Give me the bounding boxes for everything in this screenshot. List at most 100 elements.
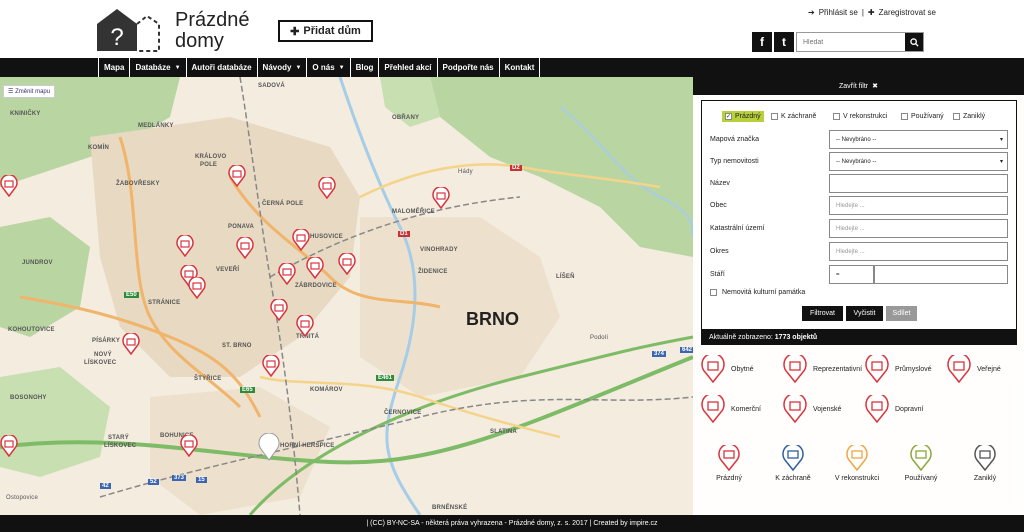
nav-item[interactable]: Databáze ▼ (129, 58, 185, 77)
commercial-icon (701, 395, 725, 423)
status-filter-checkbox[interactable]: Používaný (898, 111, 947, 122)
nav-item[interactable]: Kontakt (498, 58, 541, 77)
building-marker[interactable] (306, 257, 324, 279)
legend-state-label: K záchraně (775, 475, 811, 482)
legend-type-label: Veřejné (977, 365, 1001, 373)
nav-item-label: Blog (355, 63, 374, 72)
building-marker[interactable] (0, 175, 18, 197)
map-label: KNINIČKY (10, 111, 41, 117)
building-marker[interactable] (180, 435, 198, 457)
close-filter-label: Zavřít filtr (838, 82, 869, 90)
map-label: STARÝ (108, 435, 129, 441)
search-button[interactable] (905, 33, 923, 51)
legend-type-item: Dopravní (865, 395, 923, 423)
building-marker[interactable] (0, 435, 18, 457)
nav-item[interactable]: Podpořte nás (436, 58, 499, 77)
twitter-icon[interactable]: t (774, 32, 794, 52)
road-badge: E461 (376, 375, 395, 381)
nav-item[interactable]: Návody ▼ (256, 58, 307, 77)
road-badge: 15 (196, 477, 207, 483)
nav-item[interactable]: Přehled akcí (378, 58, 436, 77)
search-input[interactable] (797, 33, 905, 51)
register-link[interactable]: Zaregistrovat se (879, 8, 936, 17)
building-marker[interactable] (262, 355, 280, 377)
login-link[interactable]: Přihlásit se (819, 8, 858, 17)
building-marker[interactable] (278, 263, 296, 285)
map-marker-value: -- Nevybráno -- (836, 136, 877, 143)
clear-button[interactable]: Vyčistit (846, 306, 883, 321)
building-marker[interactable] (270, 299, 288, 321)
map-label: ČERNOVICE (384, 410, 422, 416)
facebook-icon[interactable]: f (752, 32, 772, 52)
road-badge: 42 (100, 483, 111, 489)
age-operator-select[interactable]: = (829, 265, 874, 284)
logo-line2: domy (175, 30, 224, 52)
logo-house-icon[interactable]: ? (95, 6, 161, 52)
status-filter-checkbox[interactable]: Zaniklý (950, 111, 988, 122)
logo-line1: Prázdné (175, 9, 250, 31)
close-filter-button[interactable]: Zavřít filtr ✖ (693, 77, 1024, 95)
legend-type-item: Veřejné (947, 355, 1001, 383)
change-map-button[interactable]: ☰ Změnit mapu (3, 85, 56, 98)
district-input[interactable]: Hledejte ... (829, 242, 1008, 261)
status-filter-checkbox[interactable]: K záchraně (768, 111, 819, 122)
map-label: VEVEŘÍ (216, 267, 240, 273)
age-input[interactable] (874, 265, 1008, 284)
auth-separator: | (861, 8, 864, 17)
building-type-select[interactable]: -- Nevybráno -- ▾ (829, 152, 1008, 171)
road-badge: E50 (124, 292, 139, 298)
building-marker[interactable] (432, 187, 450, 209)
building-marker[interactable] (236, 237, 254, 259)
building-marker[interactable] (296, 315, 314, 337)
map-label: ŠTÝŘICE (194, 376, 222, 382)
map-marker-select[interactable]: -- Nevybráno -- ▾ (829, 130, 1008, 149)
legend-state-label: Používaný (904, 475, 938, 482)
site-footer: | (CC) BY-NC-SA - některá práva vyhrazen… (0, 515, 1024, 532)
map-label: KOMÁROV (310, 387, 343, 393)
count-prefix: Aktuálně zobrazeno: (709, 333, 773, 341)
building-marker[interactable] (338, 253, 356, 275)
selected-location-marker[interactable] (258, 433, 280, 461)
add-house-button[interactable]: ✚ Přidat dům (278, 20, 373, 42)
nav-item-label: Kontakt (504, 63, 535, 72)
status-marker-icon (974, 445, 996, 471)
cadastral-label: Katastrální území (710, 225, 765, 232)
building-marker[interactable] (292, 229, 310, 251)
chevron-down-icon: ▾ (999, 137, 1003, 143)
result-count: Aktuálně zobrazeno: 1773 objektů (702, 329, 1016, 345)
logo-text[interactable]: Prázdné domy (175, 10, 250, 52)
caret-down-icon: ▼ (295, 64, 302, 71)
legend-type-item: Průmyslové (865, 355, 932, 383)
legend-type-label: Průmyslové (895, 365, 932, 373)
residential-icon (701, 355, 725, 383)
legend-state-item: Zaniklý (955, 445, 1015, 482)
name-input[interactable] (829, 174, 1008, 193)
nav-item[interactable]: Blog (349, 58, 379, 77)
status-filter-checkbox[interactable]: ✓ Prázdný (722, 111, 764, 122)
building-marker[interactable] (228, 165, 246, 187)
building-marker[interactable] (122, 333, 140, 355)
map-label: HORNÍ HERŠPICE (280, 443, 335, 449)
road-badge: 374 (652, 351, 667, 357)
building-marker[interactable] (188, 277, 206, 299)
map-marker-label: Mapová značka (710, 136, 760, 143)
status-marker-icon (910, 445, 932, 471)
cadastral-input[interactable]: Hledejte ... (829, 219, 1008, 238)
nav-item[interactable]: Autoři databáze (185, 58, 257, 77)
nav-item[interactable]: Mapa (98, 58, 129, 77)
map-label: VINOHRADY (420, 247, 458, 253)
building-marker[interactable] (318, 177, 336, 199)
share-button[interactable]: Sdílet (886, 306, 917, 321)
map-label: Podolí (590, 335, 609, 341)
nav-item[interactable]: O nás ▼ (306, 58, 349, 77)
status-filter-checkbox[interactable]: V rekonstrukci (830, 111, 890, 122)
status-filter-label: Zaniklý (963, 113, 986, 120)
legend-type-label: Reprezentativní (813, 365, 863, 373)
monument-checkbox[interactable]: Nemovitá kulturní památka (710, 289, 805, 296)
nav-item-label: Autoři databáze (191, 63, 252, 72)
status-filter-label: V rekonstrukci (843, 113, 888, 120)
transport-icon (865, 395, 889, 423)
municipality-input[interactable]: Hledejte ... (829, 196, 1008, 215)
filter-button[interactable]: Filtrovat (802, 306, 843, 321)
building-marker[interactable] (176, 235, 194, 257)
